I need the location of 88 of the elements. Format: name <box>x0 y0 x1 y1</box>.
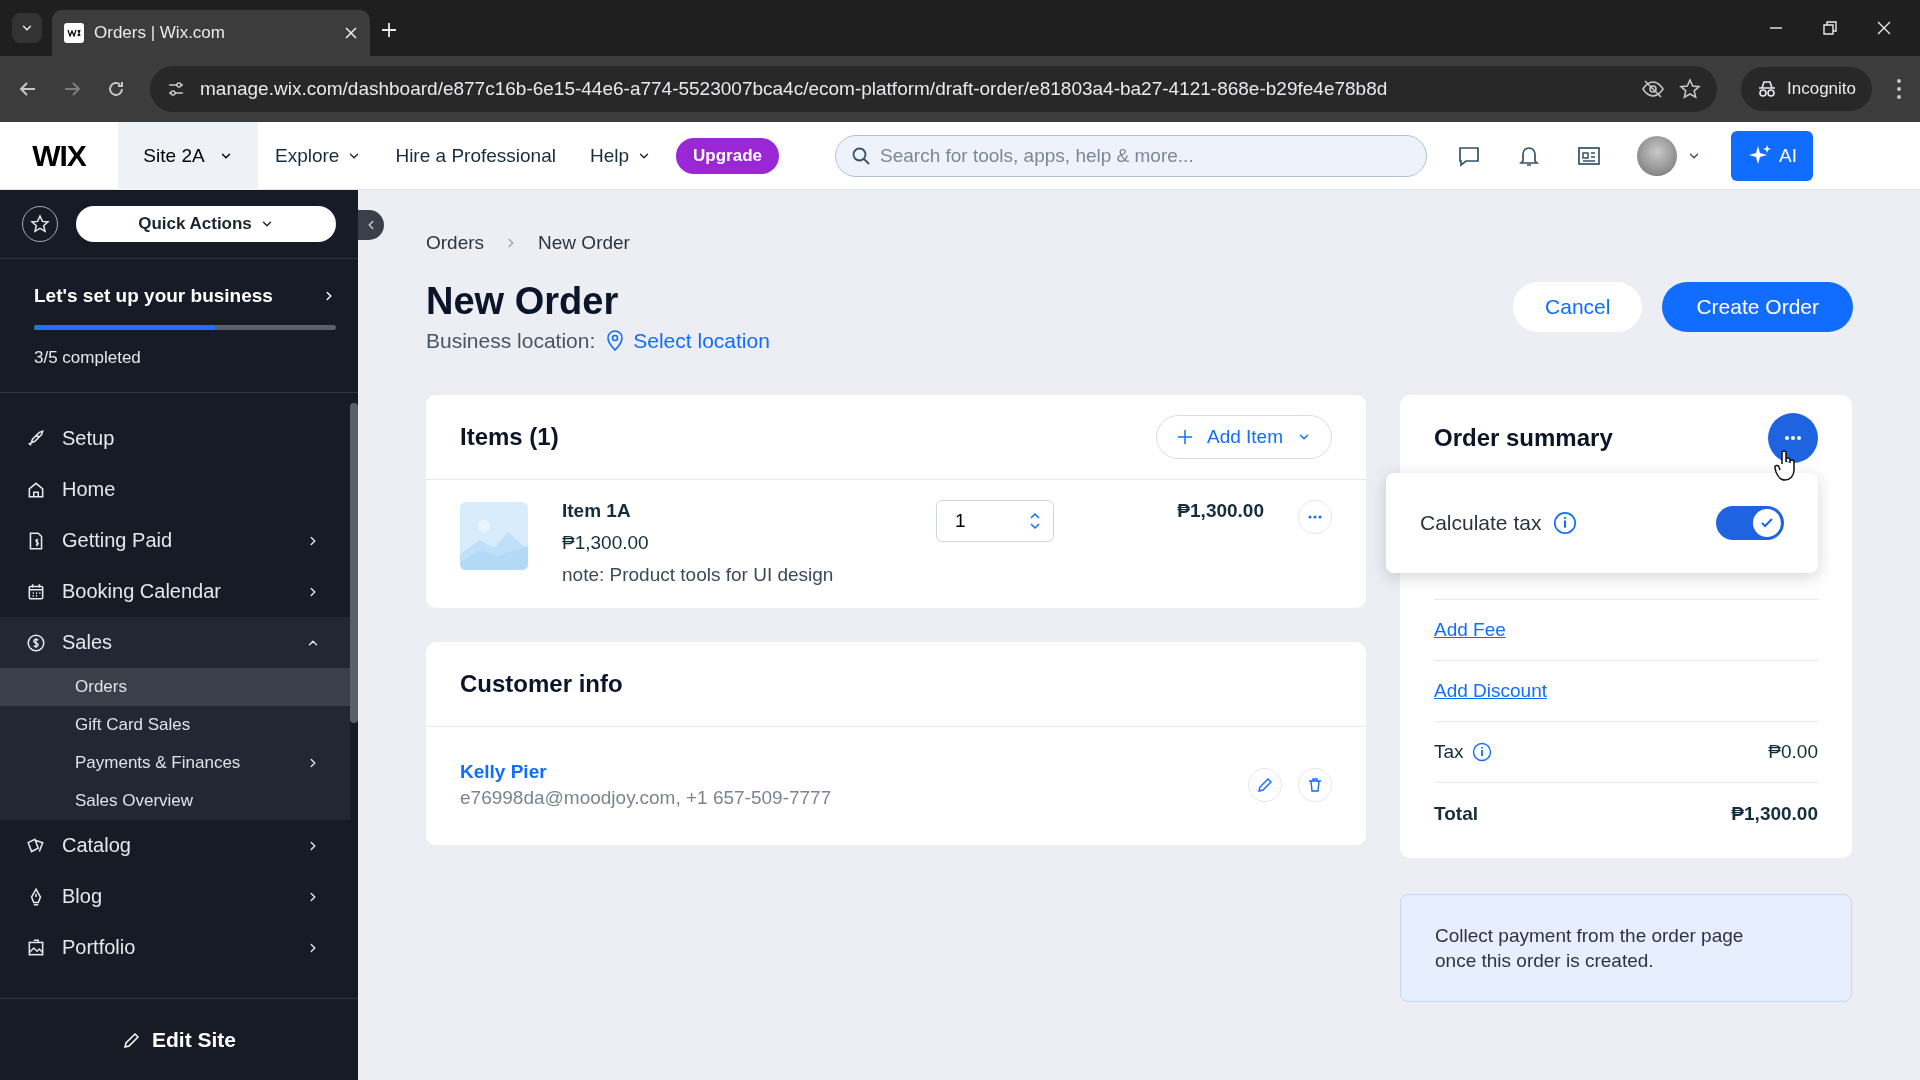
rocket-icon <box>26 428 46 449</box>
more-options-button[interactable] <box>1768 412 1818 463</box>
create-order-button[interactable]: Create Order <box>1662 282 1853 332</box>
item-total: ₱1,300.00 <box>1177 500 1264 523</box>
summary-link[interactable]: Add Fee <box>1434 619 1506 641</box>
restore-icon[interactable] <box>1822 20 1838 36</box>
setup-title[interactable]: Let's set up your business <box>34 285 273 307</box>
new-tab-icon[interactable] <box>380 21 398 39</box>
upgrade-button[interactable]: Upgrade <box>676 137 779 174</box>
tab-search-button[interactable] <box>12 13 42 43</box>
total-value: ₱1,300.00 <box>1731 802 1818 825</box>
pencil-icon <box>1257 777 1273 793</box>
nav-item[interactable]: Sales <box>0 617 350 668</box>
tax-value: ₱0.00 <box>1768 741 1818 763</box>
more-icon <box>1784 435 1802 440</box>
menu-item[interactable]: Explore <box>258 144 379 167</box>
logo[interactable]: WIX <box>0 138 118 173</box>
calendar-icon <box>26 581 46 602</box>
incognito-button[interactable]: Incognito <box>1741 67 1872 111</box>
item-price: ₱1,300.00 <box>562 532 650 554</box>
tab-title: Orders | Wix.com <box>94 23 226 43</box>
select-location-link[interactable]: Select location <box>605 329 770 353</box>
item-note: note: Product tools for UI design <box>562 564 835 586</box>
browser-tab[interactable]: Orders | Wix.com <box>52 10 370 56</box>
plus-icon <box>1176 429 1193 445</box>
more-icon <box>1308 515 1322 519</box>
edit-button[interactable] <box>1248 768 1282 802</box>
item-name: Item 1A <box>562 500 632 522</box>
stepper-icon[interactable] <box>1028 510 1042 532</box>
nav-item[interactable]: Blog <box>0 871 350 922</box>
nav-item[interactable]: Getting Paid <box>0 515 350 566</box>
nav-item[interactable]: Catalog <box>0 820 350 871</box>
nav-subitem[interactable]: Gift Card Sales <box>0 706 350 744</box>
nav-subitem[interactable]: Orders <box>0 668 350 706</box>
cancel-button[interactable]: Cancel <box>1513 282 1643 332</box>
quantity-field[interactable]: 1 <box>936 500 1054 542</box>
menu-item[interactable]: Help <box>572 144 669 167</box>
site-settings-icon[interactable] <box>166 79 186 99</box>
star-icon <box>30 214 50 234</box>
site-selector[interactable]: Site 2A <box>118 121 258 190</box>
check-icon <box>1760 517 1774 529</box>
nav-item[interactable]: Setup <box>0 413 350 464</box>
site-favicon-icon <box>64 23 84 43</box>
edit-site-button[interactable]: Edit Site <box>116 1026 242 1053</box>
card-title: Customer info <box>460 670 624 698</box>
menu-item[interactable]: Hire a Professional <box>378 144 573 167</box>
breadcrumb: New Order <box>538 232 630 254</box>
total-label: Total <box>1434 802 1479 825</box>
payment-notice: Collect payment from the order page once this order is created. <box>1400 894 1852 1002</box>
page-title: New Order <box>426 280 620 323</box>
breadcrumb[interactable]: Orders <box>426 232 485 254</box>
summary-link[interactable]: Add Discount <box>1434 680 1547 702</box>
card-title: Items (1) <box>460 423 560 451</box>
search-field[interactable]: Search for tools, apps, help & more... <box>835 134 1427 177</box>
nav-subitem[interactable]: Payments & Finances <box>0 744 350 782</box>
calculate-tax-label: Calculate tax <box>1420 511 1542 535</box>
info-icon[interactable] <box>1553 511 1578 535</box>
image-icon <box>26 937 46 958</box>
delete-button[interactable] <box>1298 768 1332 802</box>
collapse-sidebar-button[interactable] <box>358 210 384 240</box>
nav-item[interactable]: Portfolio <box>0 922 350 973</box>
toggle-switch[interactable] <box>1716 506 1784 540</box>
address-bar[interactable]: manage.wix.com/dashboard/e877c16b-6e15-44e6-a774-5523007bca4c/ecom-platform/draft-order/e81803a4-ba27-4121-868e-b29fe4e78b8d <box>150 66 1717 112</box>
close-icon[interactable] <box>344 26 358 40</box>
close-icon[interactable] <box>1876 20 1892 36</box>
search-icon <box>851 145 871 166</box>
avatar[interactable] <box>1637 135 1677 176</box>
nav-item[interactable]: Booking Calendar <box>0 566 350 617</box>
more-options-icon[interactable] <box>1896 78 1902 100</box>
nav-subitem[interactable]: Sales Overview <box>0 782 350 820</box>
progress-text: 3/5 completed <box>34 348 142 368</box>
add-item-button[interactable]: Add Item <box>1155 415 1332 459</box>
nav-item[interactable]: Home <box>0 464 350 515</box>
scrollbar-thumb[interactable] <box>350 403 358 723</box>
location-pin-icon <box>605 330 626 352</box>
customer-contact: e76998da@moodjoy.com, +1 657-509-7777 <box>460 787 833 809</box>
customer-name-link[interactable]: Kelly Pier <box>460 761 1248 783</box>
incognito-icon <box>1757 80 1777 98</box>
location-label: Business location: <box>426 329 596 353</box>
info-icon[interactable] <box>1471 742 1492 762</box>
ai-button[interactable]: AI <box>1731 130 1813 181</box>
card-title: Order summary <box>1434 423 1614 452</box>
quick-actions-button[interactable]: Quick Actions <box>76 206 336 242</box>
reload-icon[interactable] <box>106 79 126 99</box>
tax-label: Tax <box>1434 741 1464 763</box>
trash-icon <box>1307 777 1323 793</box>
dollar-icon <box>26 632 46 653</box>
star-icon[interactable] <box>1679 78 1701 100</box>
